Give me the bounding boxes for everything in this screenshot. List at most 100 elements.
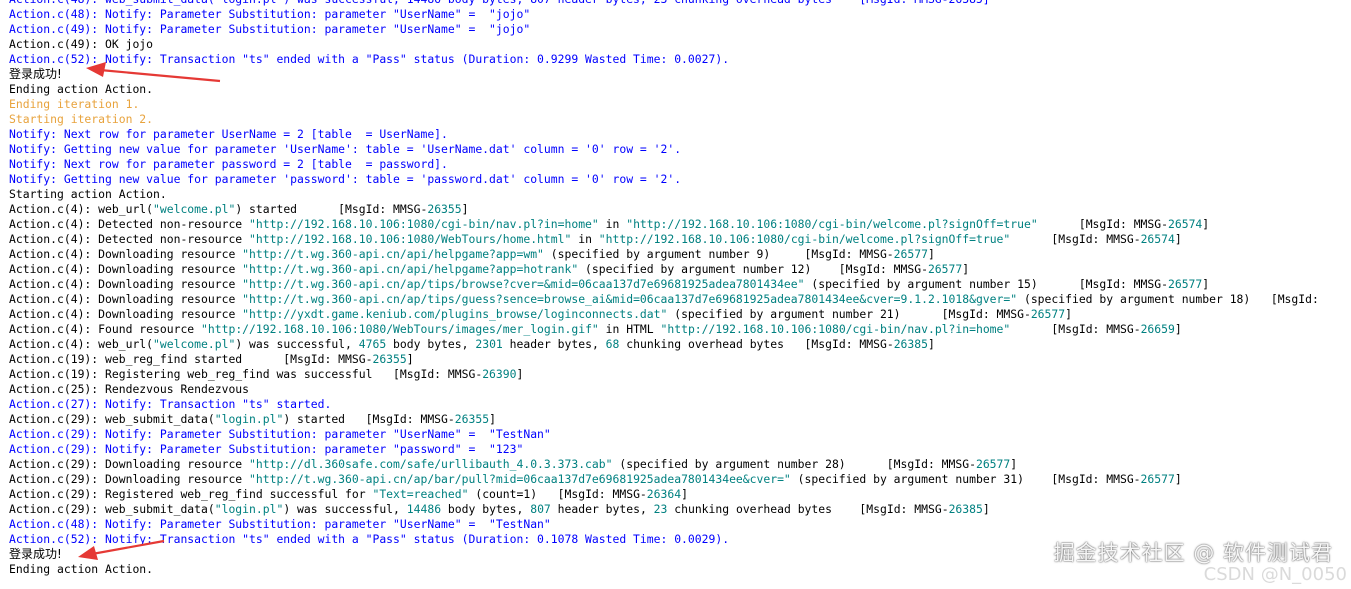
log-segment: Ending action Action. (9, 82, 153, 96)
log-segment: 14486 (407, 502, 441, 516)
log-segment: ] (407, 352, 414, 366)
log-segment: ] (489, 412, 496, 426)
log-segment: Notify: Next row for parameter UserName … (9, 127, 448, 141)
log-line: Action.c(4): Downloading resource "http:… (9, 247, 1351, 262)
log-segment: Action.c(27): Notify: Transaction "ts" s… (9, 397, 331, 411)
log-segment: 26390 (482, 367, 516, 381)
log-segment: Action.c(48): web_submit_data("login.pl"… (9, 0, 990, 6)
log-segment: Action.c(29): Registered web_reg_find su… (9, 487, 372, 501)
log-segment: 26385 (894, 337, 928, 351)
log-segment: "http://192.168.10.106:1080/WebTours/hom… (249, 232, 571, 246)
log-segment: "http://t.wg.360-api.cn/ap/tips/guess?se… (242, 292, 1017, 306)
log-segment: Action.c(4): Detected non-resource (9, 232, 249, 246)
log-line: Action.c(4): Downloading resource "http:… (9, 277, 1351, 292)
log-line: Notify: Getting new value for parameter … (9, 172, 1351, 187)
log-segment: Action.c(4): Downloading resource (9, 307, 242, 321)
log-segment: [MsgId: MMSG- (1010, 232, 1140, 246)
log-segment: Action.c(4): Downloading resource (9, 247, 242, 261)
log-segment: 登录成功! (9, 547, 62, 561)
log-line: Action.c(49): Notify: Parameter Substitu… (9, 22, 1351, 37)
log-line: Action.c(48): Notify: Parameter Substitu… (9, 7, 1351, 22)
log-segment: "http://t.wg.360-api.cn/ap/bar/pull?mid=… (249, 472, 791, 486)
log-segment: "Text=reached" (372, 487, 468, 501)
log-segment: Action.c(29): web_submit_data( (9, 412, 215, 426)
log-segment: ] (1202, 277, 1209, 291)
log-line: Action.c(52): Notify: Transaction "ts" e… (9, 52, 1351, 67)
log-segment: (specified by argument number 15) [MsgId… (805, 277, 1168, 291)
csdn-watermark: CSDN @N_0050 (1204, 564, 1347, 585)
log-line: Action.c(49): OK jojo (9, 37, 1351, 52)
log-segment: ] (983, 502, 990, 516)
log-segment: (count=1) [MsgId: MMSG- (468, 487, 646, 501)
log-segment: "http://dl.360safe.com/safe/urllibauth_4… (249, 457, 612, 471)
log-segment: "http://192.168.10.106:1080/cgi-bin/welc… (626, 217, 1037, 231)
log-line: Action.c(48): web_submit_data("login.pl"… (9, 0, 1351, 7)
log-line: Action.c(48): Notify: Parameter Substitu… (9, 517, 1351, 532)
log-segment: 807 (530, 502, 551, 516)
log-segment: "http://192.168.10.106:1080/cgi-bin/nav.… (661, 322, 1011, 336)
log-segment: ] (928, 247, 935, 261)
log-segment: 26385 (949, 502, 983, 516)
log-segment: "http://192.168.10.106:1080/cgi-bin/nav.… (249, 217, 599, 231)
log-segment: Starting action Action. (9, 187, 167, 201)
log-segment: 26577 (928, 262, 962, 276)
log-segment: Action.c(4): Downloading resource (9, 277, 242, 291)
log-segment: ) was successful, (235, 337, 358, 351)
log-segment: [MsgId: MMSG- (1038, 217, 1168, 231)
log-segment: 26577 (1168, 277, 1202, 291)
log-segment: (specified by argument number 12) [MsgId… (578, 262, 928, 276)
log-segment: ] (516, 367, 523, 381)
log-segment: Action.c(19): Registering web_reg_find w… (9, 367, 482, 381)
log-segment: Action.c(48): Notify: Parameter Substitu… (9, 7, 530, 21)
log-line: Ending iteration 1. (9, 97, 1351, 112)
log-segment: 26577 (976, 457, 1010, 471)
log-segment: (specified by argument number 31) [MsgId… (791, 472, 1141, 486)
log-segment: Notify: Getting new value for parameter … (9, 142, 681, 156)
log-segment: 26355 (455, 412, 489, 426)
log-segment: chunking overhead bytes [MsgId: MMSG- (667, 502, 948, 516)
log-segment: ] (462, 202, 469, 216)
log-line: Action.c(29): Notify: Parameter Substitu… (9, 442, 1351, 457)
log-line: 登录成功! (9, 67, 1351, 82)
log-line: Action.c(4): Downloading resource "http:… (9, 262, 1351, 277)
log-segment: ) started [MsgId: MMSG- (283, 412, 454, 426)
log-segment: 26659 (1141, 322, 1175, 336)
log-segment: chunking overhead bytes [MsgId: MMSG- (619, 337, 893, 351)
log-segment: "http://192.168.10.106:1080/cgi-bin/welc… (599, 232, 1010, 246)
log-segment: ] (1065, 307, 1072, 321)
log-segment: ) was successful, (283, 502, 406, 516)
log-segment: 26364 (647, 487, 681, 501)
log-segment: "login.pl" (215, 412, 284, 426)
log-segment: "http://yxdt.game.keniub.com/plugins_bro… (242, 307, 667, 321)
replay-log-output[interactable]: Action.c(48): web_submit_data("login.pl"… (9, 0, 1351, 589)
log-segment: 26574 (1168, 217, 1202, 231)
log-segment: Action.c(4): web_url( (9, 202, 153, 216)
log-segment: Action.c(48): Notify: Parameter Substitu… (9, 517, 551, 531)
juejin-watermark: 掘金技术社区 @ 软件测试君 (1054, 537, 1333, 567)
log-line: Starting action Action. (9, 187, 1351, 202)
log-segment: (specified by argument number 28) [MsgId… (613, 457, 976, 471)
log-segment: "http://192.168.10.106:1080/WebTours/ima… (201, 322, 599, 336)
log-line: Action.c(4): Downloading resource "http:… (9, 292, 1351, 307)
log-segment: "http://t.wg.360-api.cn/ap/tips/browse?c… (242, 277, 804, 291)
log-segment: Action.c(52): Notify: Transaction "ts" e… (9, 52, 729, 66)
log-segment: Notify: Next row for parameter password … (9, 157, 448, 171)
log-segment: header bytes, (503, 337, 606, 351)
log-segment: Ending action Action. (9, 562, 153, 576)
log-line: Action.c(29): Downloading resource "http… (9, 472, 1351, 487)
log-line: Action.c(29): web_submit_data("login.pl"… (9, 502, 1351, 517)
log-segment: Action.c(4): Found resource (9, 322, 201, 336)
log-segment: Action.c(29): Notify: Parameter Substitu… (9, 442, 523, 456)
log-line: Action.c(4): Found resource "http://192.… (9, 322, 1351, 337)
log-line: Action.c(29): Downloading resource "http… (9, 457, 1351, 472)
log-segment: ] (1175, 232, 1182, 246)
log-segment: Action.c(29): web_submit_data( (9, 502, 215, 516)
log-line: Action.c(29): web_submit_data("login.pl"… (9, 412, 1351, 427)
log-segment: Action.c(4): web_url( (9, 337, 153, 351)
log-segment: 23 (654, 502, 668, 516)
log-line: Action.c(27): Notify: Transaction "ts" s… (9, 397, 1351, 412)
log-line: Action.c(19): Registering web_reg_find w… (9, 367, 1351, 382)
log-segment: ] (928, 337, 935, 351)
log-segment: ] (1175, 472, 1182, 486)
log-segment: Ending iteration 1. (9, 97, 139, 111)
